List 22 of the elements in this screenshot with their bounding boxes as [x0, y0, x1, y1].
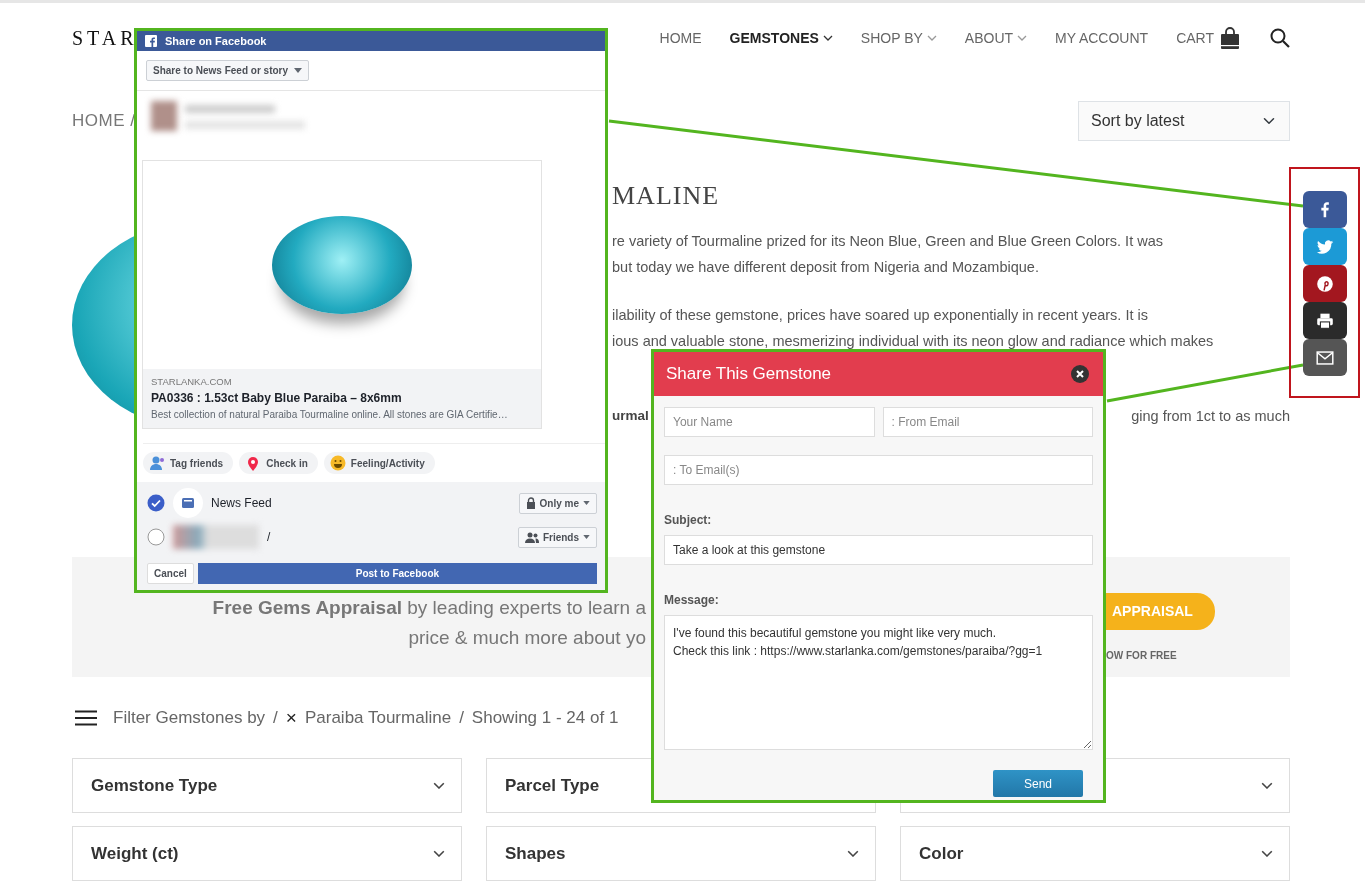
field-label: Subject:: [664, 512, 713, 529]
dialog-title: Share This Gemstone: [666, 363, 832, 386]
banner-text: price & much more about yo: [407, 626, 646, 650]
preview-description: Best collection of natural Paraiba Tourmaline online. All stones are GIA Certifie…: [151, 408, 509, 423]
filter-text: Showing 1 - 24 of 1: [471, 707, 619, 730]
description-text: ging from 1ct to as much: [1131, 407, 1290, 426]
preview-title: PA0336 : 1.53ct Baby Blue Paraiba – 8x6mm: [151, 390, 403, 408]
product-title: MALINE: [612, 182, 721, 210]
description-text: urmal: [612, 407, 649, 425]
banner-text: Free Gems Appraisal by leading experts to learn a: [211, 596, 646, 620]
field-label: Message:: [664, 592, 720, 609]
destination-label: News Feed: [211, 495, 272, 513]
separator-text: /: [273, 707, 278, 730]
dialog-title: Share on Facebook: [165, 33, 267, 49]
destination-label: /: [267, 529, 271, 547]
description-text: ilability of these gemstone, prices have soared up exponentially in recent years. It is ious and valuable stone, mesmerizing individual with its neon glow and radiance which makes: [612, 306, 1215, 351]
preview-domain: STARLANKA.COM: [151, 375, 233, 389]
banner-note: OW FOR FREE: [1106, 649, 1177, 663]
separator-text: /: [459, 707, 464, 730]
filter-text: Filter Gemstones by: [113, 707, 266, 730]
description-text: re variety of Tourmaline prized for its Neon Blue, Green and Blue Green Colors. It was but today we have different deposit from Nigeria and Mozambique.: [612, 232, 1164, 277]
filter-text: Paraiba Tourmaline: [304, 707, 452, 730]
